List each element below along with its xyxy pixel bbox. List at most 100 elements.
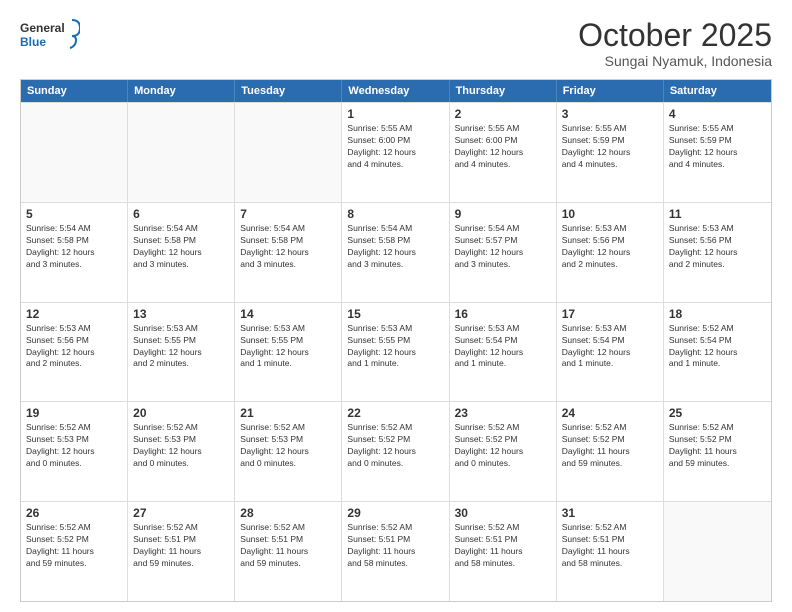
calendar-cell: 14 Sunrise: 5:53 AM Sunset: 5:55 PM Dayli… [235, 303, 342, 402]
day-number: 28 [240, 506, 336, 520]
day-number: 22 [347, 406, 443, 420]
logo: General Blue [20, 18, 80, 54]
day-info: Sunrise: 5:55 AM Sunset: 6:00 PM Dayligh… [455, 123, 551, 171]
day-info: Sunrise: 5:52 AM Sunset: 5:52 PM Dayligh… [669, 422, 766, 470]
day-number: 20 [133, 406, 229, 420]
calendar-cell: 16 Sunrise: 5:53 AM Sunset: 5:54 PM Dayli… [450, 303, 557, 402]
day-number: 16 [455, 307, 551, 321]
day-number: 8 [347, 207, 443, 221]
calendar-row-5: 26 Sunrise: 5:52 AM Sunset: 5:52 PM Dayli… [21, 501, 771, 601]
calendar-cell [235, 103, 342, 202]
calendar-cell: 9 Sunrise: 5:54 AM Sunset: 5:57 PM Daylig… [450, 203, 557, 302]
day-info: Sunrise: 5:55 AM Sunset: 5:59 PM Dayligh… [562, 123, 658, 171]
day-number: 6 [133, 207, 229, 221]
day-info: Sunrise: 5:52 AM Sunset: 5:51 PM Dayligh… [562, 522, 658, 570]
calendar-cell [664, 502, 771, 601]
day-info: Sunrise: 5:54 AM Sunset: 5:58 PM Dayligh… [26, 223, 122, 271]
calendar-row-1: 1 Sunrise: 5:55 AM Sunset: 6:00 PM Daylig… [21, 102, 771, 202]
day-number: 19 [26, 406, 122, 420]
day-number: 25 [669, 406, 766, 420]
day-number: 18 [669, 307, 766, 321]
calendar-cell: 11Sunrise: 5:53 AM Sunset: 5:56 PM Dayli… [664, 203, 771, 302]
calendar-cell: 31 Sunrise: 5:52 AM Sunset: 5:51 PM Dayli… [557, 502, 664, 601]
calendar-cell: 5 Sunrise: 5:54 AM Sunset: 5:58 PM Daylig… [21, 203, 128, 302]
header-day-sunday: Sunday [21, 80, 128, 102]
day-info: Sunrise: 5:52 AM Sunset: 5:52 PM Dayligh… [26, 522, 122, 570]
calendar-cell: 28 Sunrise: 5:52 AM Sunset: 5:51 PM Dayli… [235, 502, 342, 601]
calendar-cell: 17 Sunrise: 5:53 AM Sunset: 5:54 PM Dayli… [557, 303, 664, 402]
day-info: Sunrise: 5:53 AM Sunset: 5:56 PM Dayligh… [26, 323, 122, 371]
day-info: Sunrise: 5:53 AM Sunset: 5:55 PM Dayligh… [347, 323, 443, 371]
day-info: Sunrise: 5:53 AM Sunset: 5:56 PM Dayligh… [562, 223, 658, 271]
svg-text:Blue: Blue [20, 35, 46, 49]
day-number: 10 [562, 207, 658, 221]
main-title: October 2025 [578, 18, 772, 53]
day-number: 17 [562, 307, 658, 321]
day-number: 27 [133, 506, 229, 520]
day-number: 15 [347, 307, 443, 321]
calendar-cell: 29Sunrise: 5:52 AM Sunset: 5:51 PM Dayli… [342, 502, 449, 601]
day-number: 31 [562, 506, 658, 520]
header-day-monday: Monday [128, 80, 235, 102]
day-info: Sunrise: 5:53 AM Sunset: 5:56 PM Dayligh… [669, 223, 766, 271]
day-info: Sunrise: 5:55 AM Sunset: 6:00 PM Dayligh… [347, 123, 443, 171]
day-number: 1 [347, 107, 443, 121]
svg-text:General: General [20, 21, 65, 35]
day-number: 21 [240, 406, 336, 420]
calendar-cell: 7Sunrise: 5:54 AM Sunset: 5:58 PM Daylig… [235, 203, 342, 302]
calendar-cell: 10 Sunrise: 5:53 AM Sunset: 5:56 PM Dayli… [557, 203, 664, 302]
calendar-cell: 22Sunrise: 5:52 AM Sunset: 5:52 PM Dayli… [342, 402, 449, 501]
calendar-cell: 8 Sunrise: 5:54 AM Sunset: 5:58 PM Daylig… [342, 203, 449, 302]
header-day-saturday: Saturday [664, 80, 771, 102]
page: General Blue October 2025 Sungai Nyamuk,… [0, 0, 792, 612]
day-info: Sunrise: 5:55 AM Sunset: 5:59 PM Dayligh… [669, 123, 766, 171]
day-number: 9 [455, 207, 551, 221]
day-number: 3 [562, 107, 658, 121]
calendar-header: SundayMondayTuesdayWednesdayThursdayFrid… [21, 80, 771, 102]
calendar-row-3: 12 Sunrise: 5:53 AM Sunset: 5:56 PM Dayli… [21, 302, 771, 402]
day-info: Sunrise: 5:52 AM Sunset: 5:51 PM Dayligh… [240, 522, 336, 570]
calendar-cell: 24 Sunrise: 5:52 AM Sunset: 5:52 PM Dayli… [557, 402, 664, 501]
day-number: 2 [455, 107, 551, 121]
day-info: Sunrise: 5:53 AM Sunset: 5:55 PM Dayligh… [240, 323, 336, 371]
day-number: 4 [669, 107, 766, 121]
header-day-wednesday: Wednesday [342, 80, 449, 102]
calendar-cell: 27Sunrise: 5:52 AM Sunset: 5:51 PM Dayli… [128, 502, 235, 601]
day-info: Sunrise: 5:54 AM Sunset: 5:58 PM Dayligh… [133, 223, 229, 271]
day-number: 30 [455, 506, 551, 520]
calendar-cell: 13Sunrise: 5:53 AM Sunset: 5:55 PM Dayli… [128, 303, 235, 402]
header-day-thursday: Thursday [450, 80, 557, 102]
day-info: Sunrise: 5:52 AM Sunset: 5:52 PM Dayligh… [455, 422, 551, 470]
day-info: Sunrise: 5:54 AM Sunset: 5:57 PM Dayligh… [455, 223, 551, 271]
day-info: Sunrise: 5:54 AM Sunset: 5:58 PM Dayligh… [347, 223, 443, 271]
day-info: Sunrise: 5:53 AM Sunset: 5:54 PM Dayligh… [562, 323, 658, 371]
day-info: Sunrise: 5:54 AM Sunset: 5:58 PM Dayligh… [240, 223, 336, 271]
day-info: Sunrise: 5:53 AM Sunset: 5:54 PM Dayligh… [455, 323, 551, 371]
calendar-cell: 25 Sunrise: 5:52 AM Sunset: 5:52 PM Dayli… [664, 402, 771, 501]
calendar-row-2: 5 Sunrise: 5:54 AM Sunset: 5:58 PM Daylig… [21, 202, 771, 302]
header-day-tuesday: Tuesday [235, 80, 342, 102]
calendar-cell: 18Sunrise: 5:52 AM Sunset: 5:54 PM Dayli… [664, 303, 771, 402]
calendar-cell: 15 Sunrise: 5:53 AM Sunset: 5:55 PM Dayli… [342, 303, 449, 402]
calendar-cell [21, 103, 128, 202]
header: General Blue October 2025 Sungai Nyamuk,… [20, 18, 772, 69]
calendar-cell: 23 Sunrise: 5:52 AM Sunset: 5:52 PM Dayli… [450, 402, 557, 501]
day-number: 12 [26, 307, 122, 321]
calendar-cell: 3 Sunrise: 5:55 AM Sunset: 5:59 PM Daylig… [557, 103, 664, 202]
day-number: 13 [133, 307, 229, 321]
day-number: 14 [240, 307, 336, 321]
calendar-body: 1 Sunrise: 5:55 AM Sunset: 6:00 PM Daylig… [21, 102, 771, 601]
calendar-cell [128, 103, 235, 202]
day-number: 26 [26, 506, 122, 520]
day-info: Sunrise: 5:52 AM Sunset: 5:52 PM Dayligh… [562, 422, 658, 470]
calendar-cell: 30Sunrise: 5:52 AM Sunset: 5:51 PM Dayli… [450, 502, 557, 601]
day-info: Sunrise: 5:52 AM Sunset: 5:51 PM Dayligh… [347, 522, 443, 570]
calendar-cell: 26 Sunrise: 5:52 AM Sunset: 5:52 PM Dayli… [21, 502, 128, 601]
calendar-cell: 20 Sunrise: 5:52 AM Sunset: 5:53 PM Dayli… [128, 402, 235, 501]
day-info: Sunrise: 5:52 AM Sunset: 5:53 PM Dayligh… [240, 422, 336, 470]
day-number: 5 [26, 207, 122, 221]
day-number: 24 [562, 406, 658, 420]
day-info: Sunrise: 5:52 AM Sunset: 5:53 PM Dayligh… [133, 422, 229, 470]
subtitle: Sungai Nyamuk, Indonesia [578, 53, 772, 69]
day-number: 23 [455, 406, 551, 420]
